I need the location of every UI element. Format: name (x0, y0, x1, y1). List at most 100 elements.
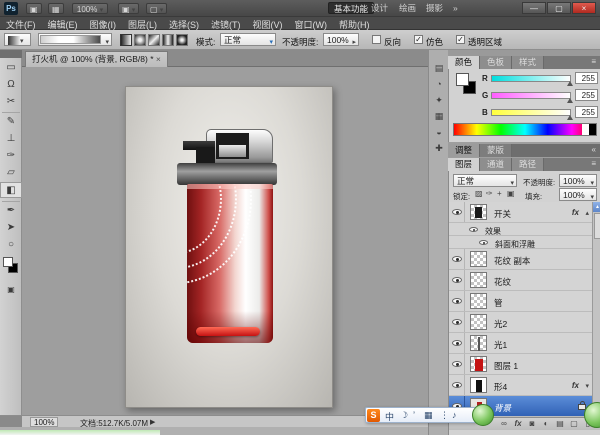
ime-logo[interactable]: S (367, 409, 380, 422)
ime-punctuation-icon[interactable]: ’ (413, 410, 415, 420)
layer-thumbnail[interactable] (470, 314, 487, 330)
restore-button[interactable]: ▢ (547, 2, 571, 14)
scrollbar-thumb[interactable] (594, 213, 600, 239)
effects-collapse-icon[interactable]: ▾ (585, 382, 589, 390)
reflected-gradient-button[interactable] (162, 34, 174, 46)
layer-style-icon[interactable]: fx (511, 418, 525, 430)
zoom-level-dropdown[interactable]: 100% ▾ (72, 3, 108, 14)
floating-ball-widget[interactable] (472, 404, 494, 426)
eraser-tool[interactable]: ▱ (0, 165, 22, 181)
eye-icon[interactable] (452, 298, 462, 304)
layer-thumbnail[interactable] (470, 251, 487, 267)
tab-adjustments[interactable]: 调整 (448, 144, 480, 157)
visibility-cell[interactable] (449, 375, 465, 395)
slider-handle[interactable] (567, 81, 573, 86)
new-layer-icon[interactable]: ▢ (567, 418, 581, 430)
fx-badge[interactable]: fx (572, 208, 579, 217)
foreground-color-swatch[interactable] (456, 73, 469, 86)
rectangular-marquee-tool[interactable]: ▭ (0, 60, 22, 76)
angle-gradient-button[interactable] (148, 34, 160, 46)
visibility-cell[interactable] (449, 312, 465, 332)
eye-icon[interactable] (479, 240, 488, 245)
eye-icon[interactable] (452, 340, 462, 346)
fx-badge[interactable]: fx (572, 381, 579, 390)
close-button[interactable]: × (572, 2, 596, 14)
green-slider[interactable] (491, 92, 571, 99)
layers-scrollbar[interactable]: ▲ (592, 202, 600, 417)
lock-position-icon[interactable]: + (497, 189, 502, 198)
clone-stamp-tool[interactable]: ⊥ (0, 131, 22, 147)
layer-thumbnail[interactable] (470, 204, 487, 220)
slider-handle[interactable] (567, 98, 573, 103)
layer-thumbnail[interactable] (470, 377, 487, 393)
collapsed-panel-icon[interactable]: ▦ (432, 110, 446, 123)
layer-effect-item-row[interactable]: 斜面和浮雕 (449, 236, 592, 249)
collapsed-panel-icon[interactable]: ✦ (432, 94, 446, 107)
view-extras-icon[interactable]: ▦ (48, 3, 64, 14)
brush-tool[interactable]: ✑ (0, 148, 22, 164)
layer-name[interactable]: 背景 (494, 402, 511, 414)
collapsed-panel-icon[interactable]: ▤ (432, 62, 446, 75)
visibility-cell[interactable] (449, 333, 465, 353)
blue-slider[interactable] (491, 109, 571, 116)
crop-tool[interactable]: ✂ (0, 94, 22, 110)
visibility-cell[interactable] (449, 202, 465, 222)
workspace-more-button[interactable]: » (448, 2, 463, 14)
panel-menu-icon[interactable]: ≡ (591, 57, 596, 66)
slider-handle[interactable] (567, 115, 573, 120)
ime-language-icon[interactable]: 中 (385, 410, 394, 423)
tab-color[interactable]: 颜色 (448, 56, 480, 69)
status-menu-arrow-icon[interactable]: ▶ (150, 418, 155, 426)
zoom-percent-field[interactable]: 100% (30, 417, 58, 427)
adjustment-layer-icon[interactable]: ◐ (539, 418, 553, 430)
collapsed-panel-icon[interactable]: ◔ (432, 78, 446, 91)
spectrum-white-swatch[interactable] (582, 124, 589, 135)
tab-swatches[interactable]: 色板 (480, 56, 512, 69)
layer-thumbnail[interactable] (470, 335, 487, 351)
eye-icon[interactable] (452, 361, 462, 367)
visibility-cell[interactable] (449, 270, 465, 290)
tab-channels[interactable]: 通道 (480, 158, 512, 171)
layer-thumbnail[interactable] (470, 272, 487, 288)
color-spectrum-ramp[interactable] (453, 123, 597, 136)
close-tab-icon[interactable]: × (156, 54, 161, 64)
diamond-gradient-button[interactable] (176, 34, 188, 46)
layer-name[interactable]: 花纹 副本 (494, 255, 530, 267)
ime-toolbar[interactable]: S 中 ☽ ’ ▦ ⋮ ♪ (365, 407, 477, 423)
layer-thumbnail[interactable] (470, 293, 487, 309)
launch-bridge-icon[interactable]: ▣ (26, 3, 42, 14)
eye-icon[interactable] (452, 209, 462, 215)
green-value-field[interactable]: 255 (575, 89, 598, 101)
reverse-checkbox[interactable] (372, 35, 381, 44)
document-canvas[interactable] (125, 86, 333, 408)
layer-row[interactable]: 光2 (449, 312, 592, 333)
screen-mode-icon[interactable]: ▢ ▾ (146, 3, 167, 14)
layer-name[interactable]: 光2 (494, 318, 507, 330)
panel-menu-icon[interactable]: ≡ (591, 159, 596, 168)
quick-mask-icon[interactable]: ▣ (0, 282, 22, 298)
blue-value-field[interactable]: 255 (575, 106, 598, 118)
layer-row[interactable]: 图层 1 (449, 354, 592, 375)
visibility-cell[interactable] (449, 249, 465, 269)
path-selection-tool[interactable]: ➤ (0, 220, 22, 236)
scroll-up-arrow[interactable]: ▲ (593, 202, 600, 212)
tab-styles[interactable]: 样式 (512, 56, 544, 69)
eye-icon[interactable] (469, 227, 478, 232)
layer-row[interactable]: 花纹 (449, 270, 592, 291)
workspace-design-button[interactable]: 设计 (366, 2, 393, 14)
collapse-panel-icon[interactable]: « (592, 145, 596, 154)
layer-mask-icon[interactable]: ◙ (525, 418, 539, 430)
lock-all-icon[interactable]: ▣ (507, 189, 515, 198)
link-layers-icon[interactable]: ∞ (497, 418, 511, 430)
layer-row[interactable]: 光1 (449, 333, 592, 354)
foreground-color-swatch[interactable] (3, 257, 13, 267)
dither-checkbox[interactable]: ✓ (414, 35, 423, 44)
arrange-documents-icon[interactable]: ▣ ▾ (118, 3, 139, 14)
pen-tool[interactable]: ✒ (0, 203, 22, 219)
blend-mode-select[interactable]: 正常▾ (220, 33, 276, 46)
layer-group-icon[interactable]: ▤ (553, 418, 567, 430)
opacity-input[interactable]: 100%▸ (323, 33, 359, 46)
spectrum-black-swatch[interactable] (589, 124, 596, 135)
tool-preset-picker[interactable]: ▾ (4, 33, 31, 46)
layer-name[interactable]: 光1 (494, 339, 507, 351)
